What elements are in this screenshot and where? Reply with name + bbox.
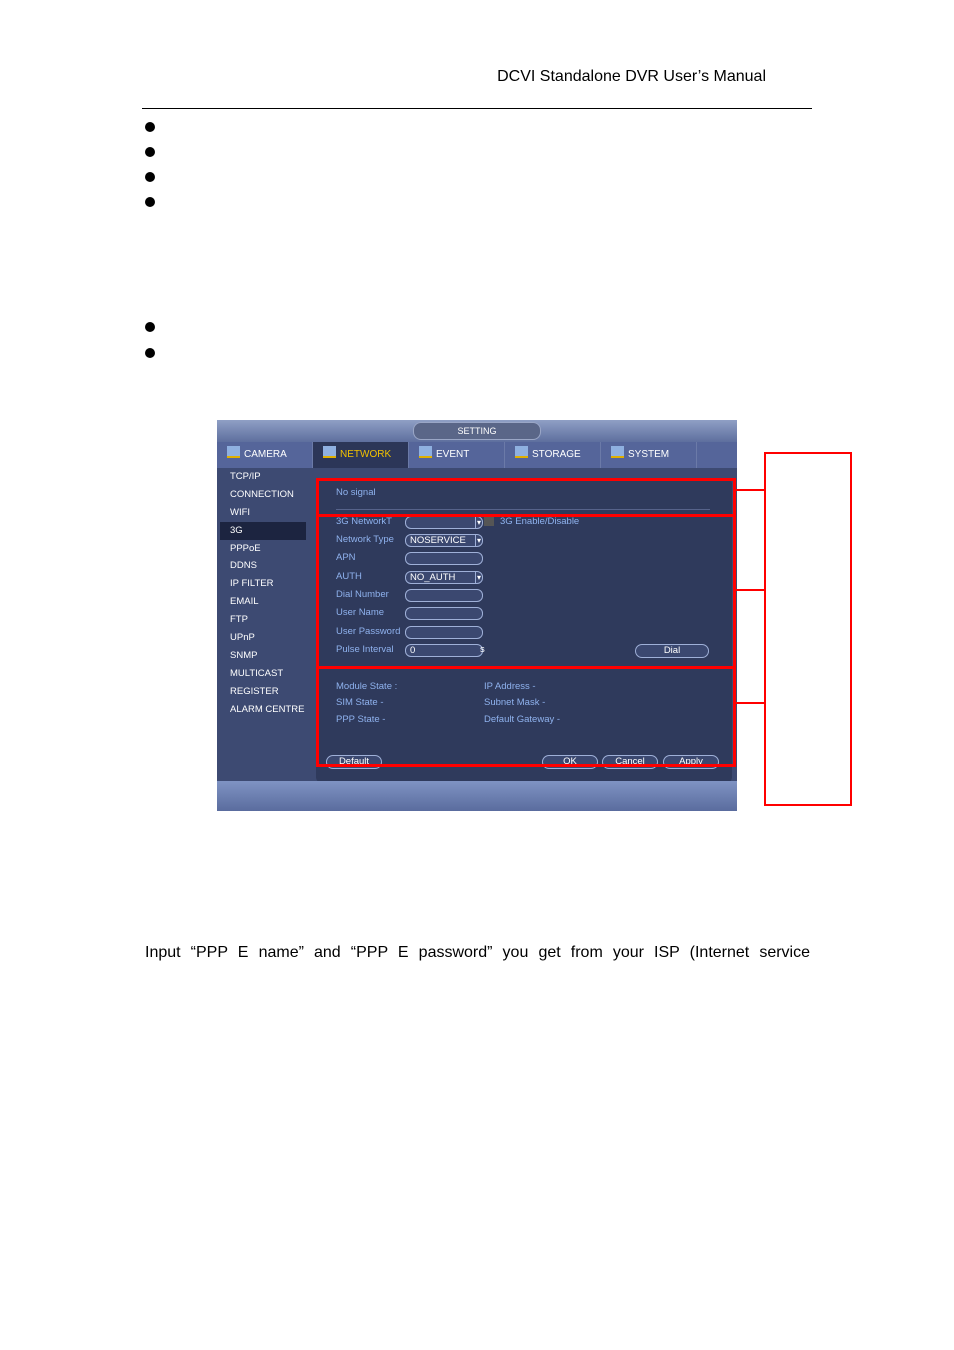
- sidebar-item-email[interactable]: EMAIL: [217, 593, 312, 611]
- sidebar-item-snmp[interactable]: SNMP: [217, 647, 312, 665]
- sidebar-item-tcp-ip[interactable]: TCP/IP: [217, 468, 312, 486]
- header-rule: [142, 108, 812, 109]
- sidebar-item-wifi[interactable]: WIFI: [217, 504, 312, 522]
- sidebar-item-pppoe[interactable]: PPPoE: [217, 540, 312, 558]
- sidebar-item-multicast[interactable]: MULTICAST: [217, 665, 312, 683]
- tab-storage[interactable]: STORAGE: [505, 442, 601, 468]
- tab-system[interactable]: SYSTEM: [601, 442, 697, 468]
- sidebar-item-3g[interactable]: 3G: [220, 521, 306, 540]
- bullet: [145, 348, 155, 358]
- bullet: [145, 172, 155, 182]
- network-icon: [323, 446, 336, 458]
- sidebar: TCP/IP CONNECTION WIFI 3G PPPoE DDNS IP FILTER…: [217, 468, 312, 718]
- tab-label: NETWORK: [340, 449, 392, 460]
- sidebar-item-upnp[interactable]: UPnP: [217, 629, 312, 647]
- tab-camera[interactable]: CAMERA: [217, 442, 313, 468]
- callout-line: [736, 589, 764, 591]
- bottom-bar: [217, 781, 737, 811]
- event-icon: [419, 446, 432, 458]
- bullet: [145, 147, 155, 157]
- highlight-box-settings: [316, 514, 736, 669]
- tab-event[interactable]: EVENT: [409, 442, 505, 468]
- page-header: DCVI Standalone DVR User’s Manual: [497, 68, 766, 85]
- main-tabs: CAMERA NETWORK EVENT STORAGE SYSTEM: [217, 442, 737, 468]
- tab-label: SYSTEM: [628, 449, 670, 460]
- tab-label: CAMERA: [244, 449, 287, 460]
- bullet: [145, 197, 155, 207]
- setting-title: SETTING: [413, 422, 541, 440]
- tab-network[interactable]: NETWORK: [313, 442, 409, 468]
- callout-box: [764, 452, 852, 806]
- sidebar-item-ddns[interactable]: DDNS: [217, 557, 312, 575]
- highlight-box-status: [316, 666, 736, 767]
- callout-line: [736, 702, 764, 704]
- sidebar-item-connection[interactable]: CONNECTION: [217, 486, 312, 504]
- title-bar: SETTING: [217, 420, 737, 442]
- tab-label: STORAGE: [532, 449, 581, 460]
- sidebar-item-ftp[interactable]: FTP: [217, 611, 312, 629]
- tab-label: EVENT: [436, 449, 470, 460]
- sidebar-item-register[interactable]: REGISTER: [217, 683, 312, 701]
- camera-icon: [227, 446, 240, 458]
- bullet: [145, 322, 155, 332]
- manual-page: DCVI Standalone DVR User’s Manual SETTIN…: [0, 0, 954, 1350]
- sidebar-item-alarm-centre[interactable]: ALARM CENTRE: [217, 701, 312, 719]
- storage-icon: [515, 446, 528, 458]
- callout-line: [736, 489, 764, 491]
- highlight-box-signal: [316, 478, 736, 517]
- bullet: [145, 122, 155, 132]
- body-paragraph: Input “PPP E name” and “PPP E password” …: [145, 944, 810, 961]
- system-icon: [611, 446, 624, 458]
- sidebar-item-ip-filter[interactable]: IP FILTER: [217, 575, 312, 593]
